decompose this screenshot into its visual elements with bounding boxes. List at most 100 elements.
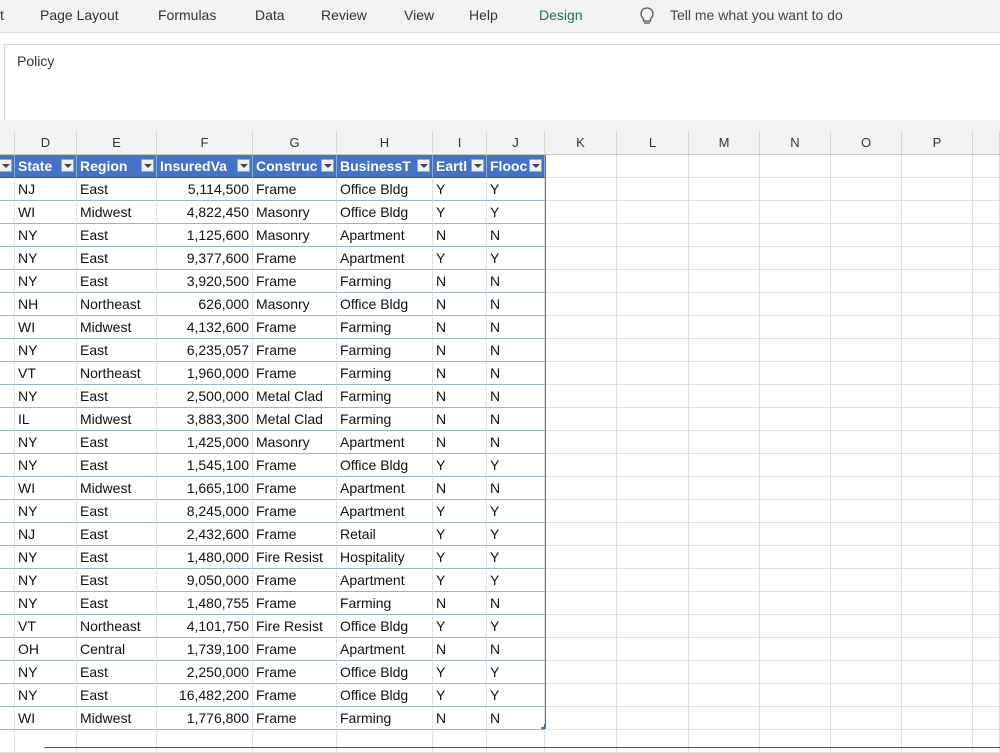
column-header-e[interactable]: E xyxy=(77,132,157,154)
table-cell[interactable]: NH xyxy=(15,293,77,316)
grid-cell[interactable] xyxy=(973,178,1000,201)
grid-cell[interactable] xyxy=(902,661,973,684)
table-header-partial[interactable] xyxy=(0,155,15,178)
table-cell[interactable]: Northeast xyxy=(77,293,157,316)
grid-cell[interactable] xyxy=(545,546,617,569)
tab-help[interactable]: Help xyxy=(469,7,498,23)
grid-cell[interactable] xyxy=(973,477,1000,500)
table-cell[interactable]: Frame xyxy=(253,178,337,201)
grid-cell[interactable] xyxy=(831,707,902,730)
grid-cell[interactable] xyxy=(545,684,617,707)
grid-cell[interactable] xyxy=(831,615,902,638)
grid-cell[interactable] xyxy=(973,546,1000,569)
column-header-h[interactable]: H xyxy=(337,132,433,154)
table-cell[interactable]: Frame xyxy=(253,569,337,592)
worksheet-grid[interactable]: State Region InsuredVa Construc BusinessT Ear… xyxy=(0,155,1000,753)
grid-cell[interactable] xyxy=(831,293,902,316)
table-cell[interactable]: East xyxy=(77,661,157,684)
table-cell[interactable]: 2,250,000 xyxy=(157,661,253,684)
table-cell[interactable]: Apartment xyxy=(337,500,433,523)
grid-cell[interactable] xyxy=(545,385,617,408)
table-cell[interactable]: 1,776,800 xyxy=(157,707,253,730)
table-cell[interactable]: Farming xyxy=(337,270,433,293)
grid-cell[interactable] xyxy=(973,684,1000,707)
table-cell[interactable]: N xyxy=(433,431,487,454)
table-cell[interactable]: 2,500,000 xyxy=(157,385,253,408)
table-cell[interactable]: Frame xyxy=(253,500,337,523)
grid-cell[interactable] xyxy=(902,178,973,201)
grid-cell[interactable] xyxy=(545,247,617,270)
table-cell[interactable] xyxy=(0,362,15,385)
table-cell[interactable]: N xyxy=(487,339,545,362)
grid-cell[interactable] xyxy=(760,201,831,224)
grid-cell[interactable] xyxy=(902,316,973,339)
table-cell[interactable]: Office Bldg xyxy=(337,201,433,224)
table-cell[interactable]: East xyxy=(77,431,157,454)
grid-cell[interactable] xyxy=(973,224,1000,247)
table-cell[interactable]: Y xyxy=(487,201,545,224)
column-header-p[interactable]: P xyxy=(902,132,973,154)
grid-cell[interactable] xyxy=(545,339,617,362)
table-cell[interactable]: Y xyxy=(433,201,487,224)
table-cell[interactable]: N xyxy=(487,592,545,615)
table-cell[interactable]: Apartment xyxy=(337,638,433,661)
lightbulb-icon[interactable] xyxy=(638,6,656,26)
table-cell[interactable]: Y xyxy=(433,684,487,707)
grid-cell[interactable] xyxy=(902,684,973,707)
table-cell[interactable]: N xyxy=(487,362,545,385)
filter-dropdown-button[interactable] xyxy=(141,159,154,172)
table-cell[interactable]: 626,000 xyxy=(157,293,253,316)
table-cell[interactable]: Frame xyxy=(253,339,337,362)
grid-cell[interactable] xyxy=(831,592,902,615)
grid-cell[interactable] xyxy=(617,155,689,178)
table-cell[interactable]: VT xyxy=(15,615,77,638)
grid-cell[interactable] xyxy=(545,615,617,638)
table-cell[interactable]: Frame xyxy=(253,247,337,270)
table-cell[interactable]: N xyxy=(433,477,487,500)
grid-cell[interactable] xyxy=(831,385,902,408)
grid-cell[interactable] xyxy=(617,454,689,477)
filter-dropdown-button[interactable] xyxy=(321,159,334,172)
table-resize-handle[interactable] xyxy=(541,724,546,729)
table-cell[interactable]: 1,125,600 xyxy=(157,224,253,247)
grid-cell[interactable] xyxy=(689,270,760,293)
table-cell[interactable]: N xyxy=(433,385,487,408)
column-header-k[interactable]: K xyxy=(545,132,617,154)
table-cell[interactable]: Frame xyxy=(253,592,337,615)
table-cell[interactable]: East xyxy=(77,224,157,247)
table-cell[interactable] xyxy=(0,316,15,339)
table-cell[interactable]: NY xyxy=(15,684,77,707)
table-cell[interactable]: Farming xyxy=(337,408,433,431)
grid-cell[interactable] xyxy=(760,155,831,178)
table-cell[interactable] xyxy=(0,339,15,362)
table-cell[interactable] xyxy=(0,592,15,615)
grid-cell[interactable] xyxy=(902,247,973,270)
table-cell[interactable] xyxy=(0,201,15,224)
table-cell[interactable]: Y xyxy=(487,500,545,523)
table-cell[interactable]: East xyxy=(77,385,157,408)
table-header-construc[interactable]: Construc xyxy=(253,155,337,178)
table-cell[interactable]: 1,480,000 xyxy=(157,546,253,569)
grid-cell[interactable] xyxy=(973,523,1000,546)
table-cell[interactable]: Y xyxy=(487,684,545,707)
table-header-state[interactable]: State xyxy=(15,155,77,178)
grid-cell[interactable] xyxy=(760,661,831,684)
grid-cell[interactable] xyxy=(902,638,973,661)
table-cell[interactable]: Masonry xyxy=(253,224,337,247)
table-cell[interactable]: East xyxy=(77,178,157,201)
grid-cell[interactable] xyxy=(973,454,1000,477)
table-cell[interactable]: Y xyxy=(487,569,545,592)
table-cell[interactable]: N xyxy=(487,431,545,454)
table-cell[interactable]: N xyxy=(433,408,487,431)
grid-cell[interactable] xyxy=(545,500,617,523)
table-cell[interactable]: Apartment xyxy=(337,224,433,247)
grid-cell[interactable] xyxy=(973,500,1000,523)
grid-cell[interactable] xyxy=(545,316,617,339)
table-cell[interactable]: VT xyxy=(15,362,77,385)
table-cell[interactable]: Farming xyxy=(337,362,433,385)
grid-cell[interactable] xyxy=(689,362,760,385)
grid-cell[interactable] xyxy=(689,155,760,178)
table-cell[interactable]: Central xyxy=(77,638,157,661)
grid-cell[interactable] xyxy=(902,362,973,385)
grid-cell[interactable] xyxy=(902,224,973,247)
